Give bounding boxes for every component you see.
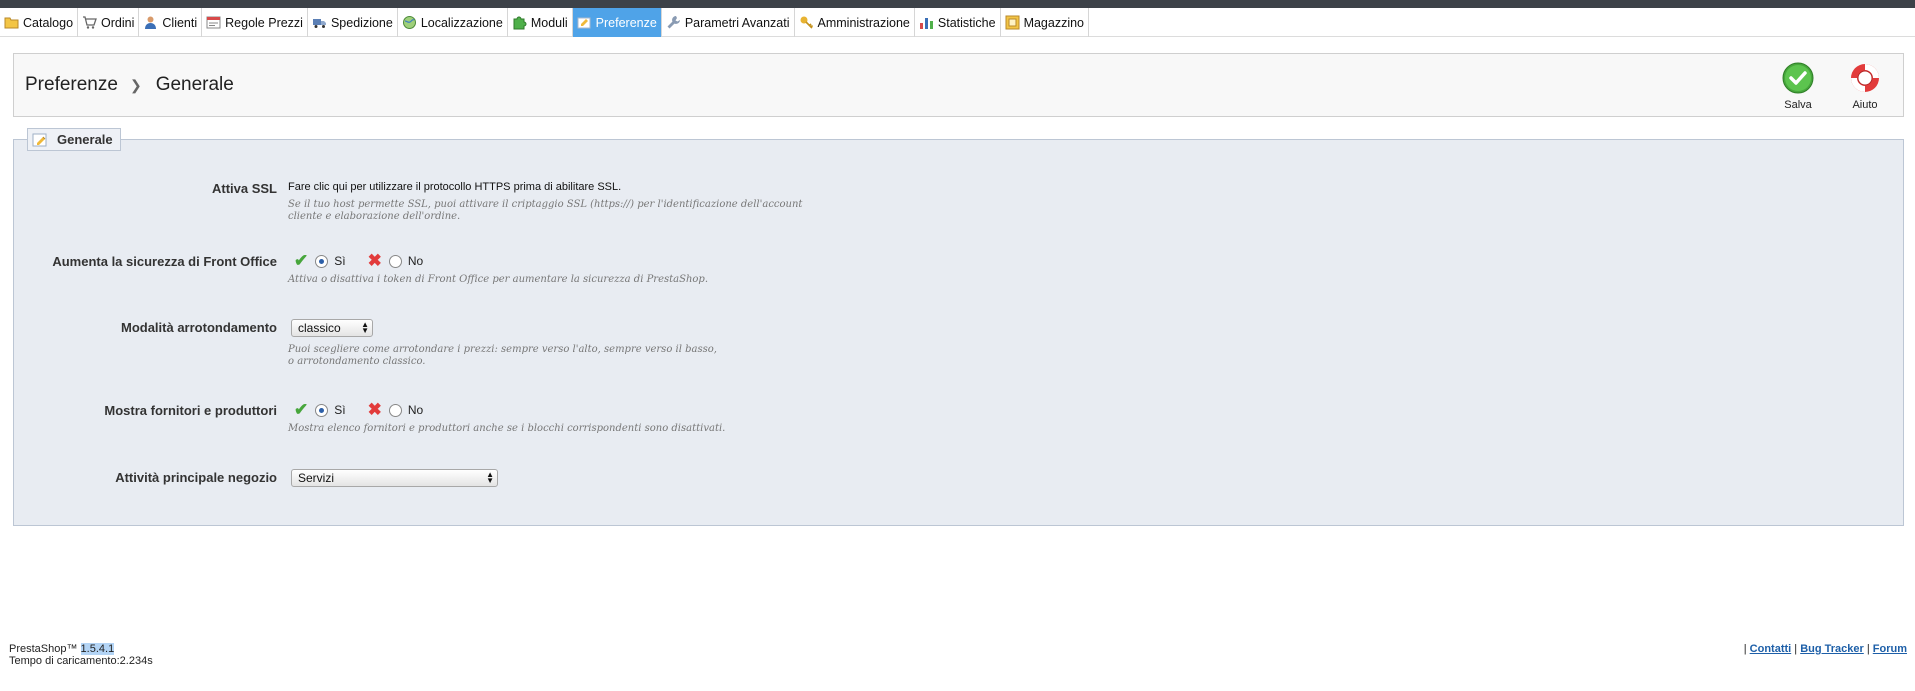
footer-link-contatti[interactable]: Contatti xyxy=(1750,643,1792,655)
page-header: Preferenze ❯ Generale Salva Aiuto xyxy=(13,53,1904,117)
footer-version: 1.5.4.1 xyxy=(80,643,115,655)
suppliers-yes-radio[interactable] xyxy=(315,403,329,417)
field-rounding: classico ▲ ▼ Puoi scegliere come arrotond… xyxy=(288,319,718,368)
tab-label: Regole Prezzi xyxy=(225,15,303,30)
help-button[interactable]: Aiuto xyxy=(1839,62,1891,111)
tab-label: Parametri Avanzati xyxy=(684,15,790,30)
tab-label: Statistiche xyxy=(937,15,996,30)
radio-label-no: No xyxy=(407,254,424,268)
folder-icon xyxy=(4,17,19,29)
tab-label: Preferenze xyxy=(595,15,657,30)
field-suppliers: ✔ Sì ✖ No Mostra elenco fornitori e prod… xyxy=(288,400,808,435)
check-circle-icon xyxy=(1782,62,1814,94)
field-label: Attiva SSL xyxy=(211,181,277,196)
user-icon xyxy=(145,16,157,29)
tab-catalogo[interactable]: Catalogo xyxy=(0,8,79,37)
tab-statistiche[interactable]: Statistiche xyxy=(915,8,1001,37)
field-label: Modalità arrotondamento xyxy=(120,320,277,335)
tab-label: Moduli xyxy=(530,15,568,30)
save-button[interactable]: Salva xyxy=(1772,62,1824,111)
wrench-icon xyxy=(667,16,680,29)
lifebuoy-icon xyxy=(1851,64,1879,92)
breadcrumb-parent[interactable]: Preferenze xyxy=(25,74,118,96)
tab-clienti[interactable]: Clienti xyxy=(139,8,203,37)
help-label: Aiuto xyxy=(1852,99,1878,111)
puzzle-icon xyxy=(513,16,527,30)
tab-parametri-avanzati[interactable]: Parametri Avanzati xyxy=(662,8,795,37)
truck-icon xyxy=(312,19,326,28)
field-hint: Se il tuo host permette SSL, puoi attiva… xyxy=(288,199,803,222)
tab-label: Ordini xyxy=(101,15,135,30)
field-hint: Mostra elenco fornitori e produttori anc… xyxy=(288,423,726,434)
tab-ordini[interactable]: Ordini xyxy=(78,8,140,37)
field-front-security: ✔ Sì ✖ No Attiva o disattiva i token di … xyxy=(288,251,808,286)
field-label: Mostra fornitori e produttori xyxy=(104,403,277,418)
save-label: Salva xyxy=(1784,99,1812,111)
tab-amministrazione[interactable]: Amministrazione xyxy=(795,8,915,37)
cart-icon xyxy=(83,16,97,29)
front-security-yes-radio[interactable] xyxy=(315,254,329,268)
field-hint: Attiva o disattiva i token di Front Offi… xyxy=(288,274,709,285)
bar-chart-icon xyxy=(919,18,933,29)
activity-select[interactable]: Servizi ▲ ▼ xyxy=(291,469,498,487)
select-arrows-icon: ▲ ▼ xyxy=(486,470,494,485)
tab-regole-prezzi[interactable]: Regole Prezzi xyxy=(202,8,308,37)
price-rules-icon xyxy=(206,16,221,29)
warehouse-icon xyxy=(1005,15,1020,30)
preferences-icon xyxy=(577,17,591,29)
preferences-icon xyxy=(32,133,47,146)
footer-link-forum[interactable]: Forum xyxy=(1873,643,1907,655)
tab-label: Catalogo xyxy=(23,15,74,30)
suppliers-no-radio[interactable] xyxy=(388,403,402,417)
panel-legend: Generale xyxy=(27,128,121,151)
legend-title: Generale xyxy=(57,132,113,147)
check-icon: ✔ xyxy=(294,251,309,270)
field-hint: Puoi scegliere come arrotondare i prezzi… xyxy=(288,344,717,367)
tab-label: Localizzazione xyxy=(420,15,503,30)
tab-localizzazione[interactable]: Localizzazione xyxy=(398,8,508,37)
top-bar xyxy=(0,0,1915,8)
field-activity: Servizi ▲ ▼ xyxy=(288,469,498,487)
radio-label-yes: Sì xyxy=(334,254,346,268)
tab-label: Amministrazione xyxy=(817,15,910,30)
footer-info: PrestaShop™ 1.5.4.1 Tempo di caricamento… xyxy=(9,643,153,667)
footer-brand: PrestaShop™ xyxy=(9,643,78,655)
main-tabs: Catalogo Ordini Clienti Regole Prezzi Sp… xyxy=(0,8,1915,37)
footer-links: | Contatti | Bug Tracker | Forum xyxy=(1743,643,1907,655)
page-title: Generale xyxy=(155,74,234,95)
radio-label-yes: Sì xyxy=(334,403,346,417)
cross-icon: ✖ xyxy=(367,251,382,270)
key-icon xyxy=(800,16,813,29)
field-ssl: Fare clic qui per utilizzare il protocol… xyxy=(288,181,808,223)
tab-label: Magazzino xyxy=(1023,15,1085,30)
cross-icon: ✖ xyxy=(367,400,382,419)
front-security-no-radio[interactable] xyxy=(388,254,402,268)
tab-label: Clienti xyxy=(162,15,198,30)
select-value: Servizi xyxy=(298,471,335,485)
enable-ssl-link[interactable]: Fare clic qui per utilizzare il protocol… xyxy=(288,181,808,193)
breadcrumb: Preferenze ❯ Generale xyxy=(25,74,234,96)
tab-moduli[interactable]: Moduli xyxy=(508,8,573,37)
tab-magazzino[interactable]: Magazzino xyxy=(1001,8,1090,37)
select-arrows-icon: ▲ ▼ xyxy=(361,320,369,335)
globe-icon xyxy=(402,16,416,29)
chevron-right-icon: ❯ xyxy=(129,76,142,93)
field-label: Attività principale negozio xyxy=(115,470,277,485)
field-label: Aumenta la sicurezza di Front Office xyxy=(52,254,277,269)
select-value: classico xyxy=(298,321,341,335)
footer-link-bug-tracker[interactable]: Bug Tracker xyxy=(1800,643,1864,655)
tab-label: Spedizione xyxy=(330,15,393,30)
tab-spedizione[interactable]: Spedizione xyxy=(308,8,398,37)
check-icon: ✔ xyxy=(294,400,309,419)
tab-preferenze[interactable]: Preferenze xyxy=(572,8,662,37)
footer-load-time: Tempo di caricamento:2.234s xyxy=(9,655,153,667)
rounding-select[interactable]: classico ▲ ▼ xyxy=(291,319,373,337)
radio-label-no: No xyxy=(407,403,424,417)
settings-panel: Attiva SSL Fare clic qui per utilizzare … xyxy=(13,139,1904,526)
